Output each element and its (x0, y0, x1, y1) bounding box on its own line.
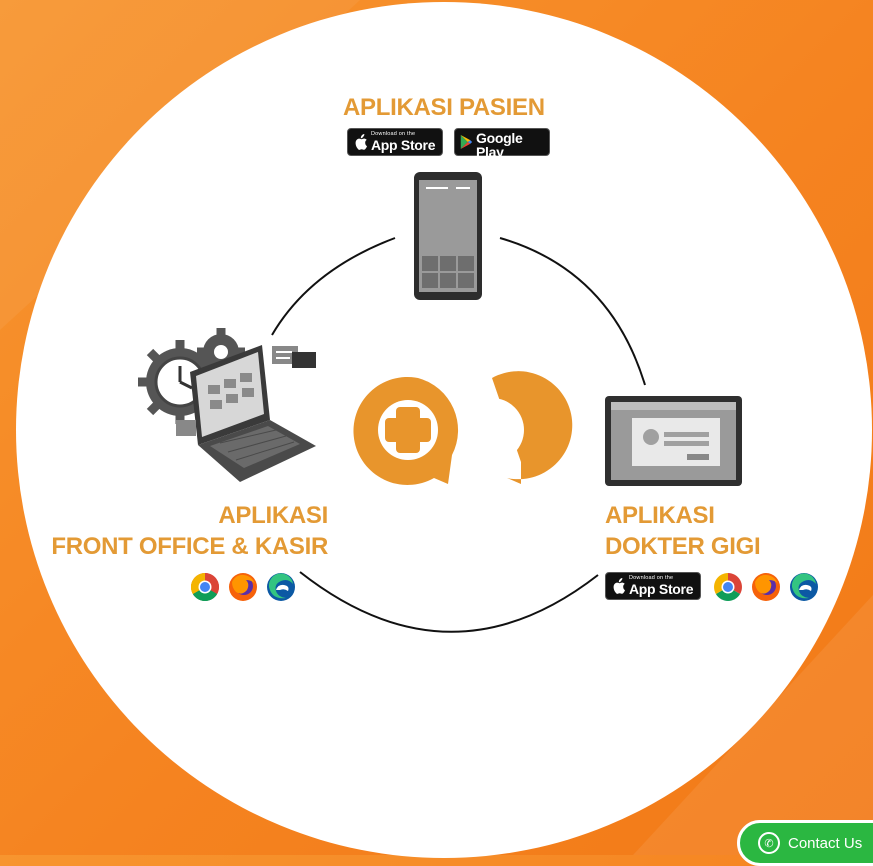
chrome-icon[interactable] (713, 572, 743, 602)
dentist-app-store-badge[interactable]: Download on the App Store (605, 572, 701, 600)
connector-arc-bottom (299, 571, 599, 633)
app-store-badge-label: App Store (371, 136, 436, 153)
connector-arc-left (271, 237, 396, 336)
smartphone-icon (414, 172, 482, 300)
google-play-badge[interactable]: GET IT ON Google Play (454, 125, 550, 160)
edge-icon[interactable] (789, 572, 819, 602)
apple-icon (355, 134, 367, 150)
whatsapp-icon: ✆ (758, 832, 780, 854)
patient-app-title: APLIKASI PASIEN (343, 94, 545, 121)
front-office-title-line1: APLIKASI (218, 502, 328, 529)
brand-logo (353, 371, 573, 485)
chrome-icon[interactable] (190, 572, 220, 602)
dentist-app-store-label: App Store (629, 580, 694, 597)
connector-arc-right (499, 237, 646, 386)
dentist-title-line2: DOKTER GIGI (605, 533, 761, 560)
front-office-title-line2: FRONT OFFICE & KASIR (51, 533, 328, 560)
firefox-icon[interactable] (751, 572, 781, 602)
firefox-icon[interactable] (228, 572, 258, 602)
apple-icon (613, 578, 625, 594)
contact-us-button[interactable]: ✆ Contact Us (737, 820, 873, 866)
contact-us-label: Contact Us (788, 834, 863, 852)
dentist-title-line1: APLIKASI (605, 502, 715, 529)
google-play-icon (460, 134, 473, 150)
laptop-gears-icon (138, 328, 316, 482)
edge-icon[interactable] (266, 572, 296, 602)
google-play-badge-label: Google Play (476, 129, 523, 160)
tablet-icon (605, 396, 742, 486)
app-store-badge[interactable]: Download on the App Store (347, 128, 443, 156)
